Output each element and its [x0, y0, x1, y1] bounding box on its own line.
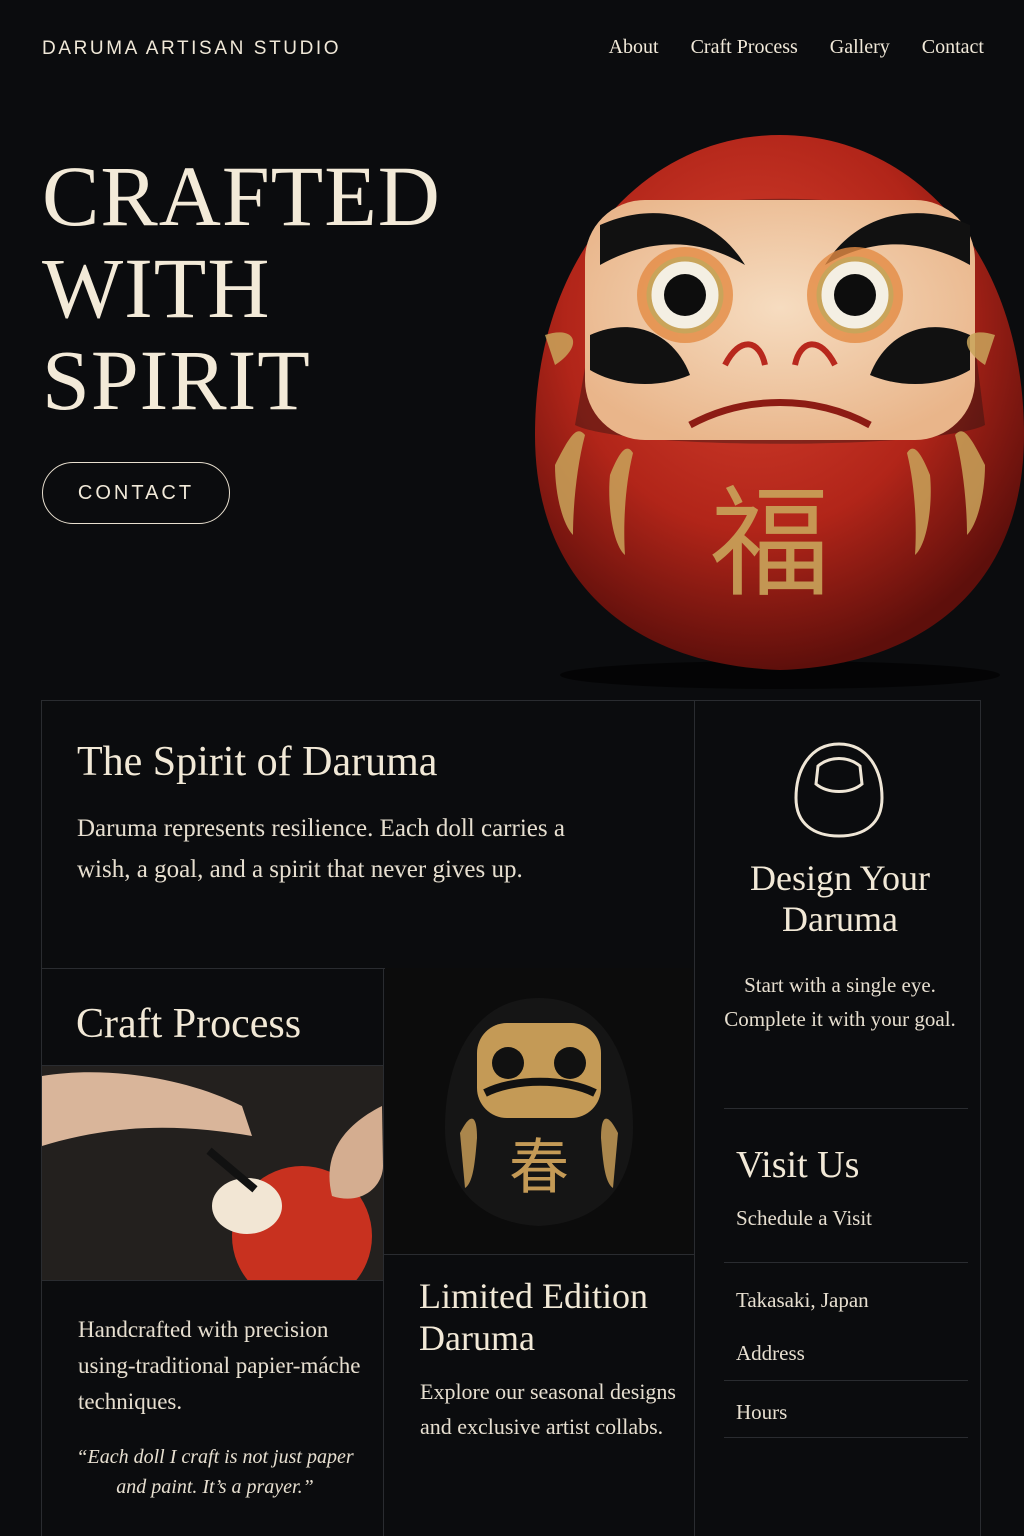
haru-glyph: 春	[509, 1133, 569, 1203]
visit-title: Visit Us	[736, 1144, 860, 1186]
daruma-outline-icon	[794, 742, 884, 838]
craft-text: Handcrafted with precision using-traditi…	[78, 1317, 361, 1414]
nav-item-about[interactable]: About	[609, 36, 659, 58]
hero-title-line: WITH	[42, 240, 271, 336]
craft-process-image	[42, 1066, 383, 1280]
limited-edition-title[interactable]: Limited Edition Daruma	[419, 1275, 679, 1359]
hero-title: CRAFTED WITH SPIRIT	[42, 150, 441, 426]
nav-item-gallery[interactable]: Gallery	[830, 36, 890, 58]
contact-button[interactable]: CONTACT	[42, 462, 230, 524]
nav-item-contact[interactable]: Contact	[922, 36, 984, 58]
limited-edition-text: Explore our seasonal designs and exclusi…	[420, 1379, 676, 1439]
hero-title-line: SPIRIT	[42, 332, 311, 428]
design-title[interactable]: Design Your Daruma	[720, 858, 960, 940]
fuku-glyph: 福	[710, 475, 830, 614]
spirit-title: The Spirit of Daruma	[77, 739, 438, 785]
brand-logo[interactable]: DARUMA ARTISAN STUDIO	[42, 38, 341, 60]
hero-title-line: CRAFTED	[42, 148, 441, 244]
hero-daruma-image: 福	[535, 135, 1024, 689]
address-link[interactable]: Address	[736, 1341, 805, 1366]
top-nav: DARUMA ARTISAN STUDIO About Craft Proces…	[42, 36, 984, 66]
schedule-visit-link[interactable]: Schedule a Visit	[736, 1206, 872, 1231]
location-text: Takasaki, Japan	[736, 1288, 869, 1312]
limited-edition-image: 春	[385, 968, 693, 1254]
design-text: Start with a single eye. Complete it wit…	[724, 973, 956, 1031]
nav-menu: About Craft Process Gallery Contact	[581, 36, 984, 59]
craft-title[interactable]: Craft Process	[76, 1000, 301, 1048]
spirit-text: Daruma represents resilience. Each doll …	[77, 815, 565, 883]
nav-item-craft-process[interactable]: Craft Process	[691, 36, 798, 58]
artisan-quote: “Each doll I craft is not just paper and…	[76, 1446, 354, 1498]
hours-link[interactable]: Hours	[736, 1400, 787, 1425]
